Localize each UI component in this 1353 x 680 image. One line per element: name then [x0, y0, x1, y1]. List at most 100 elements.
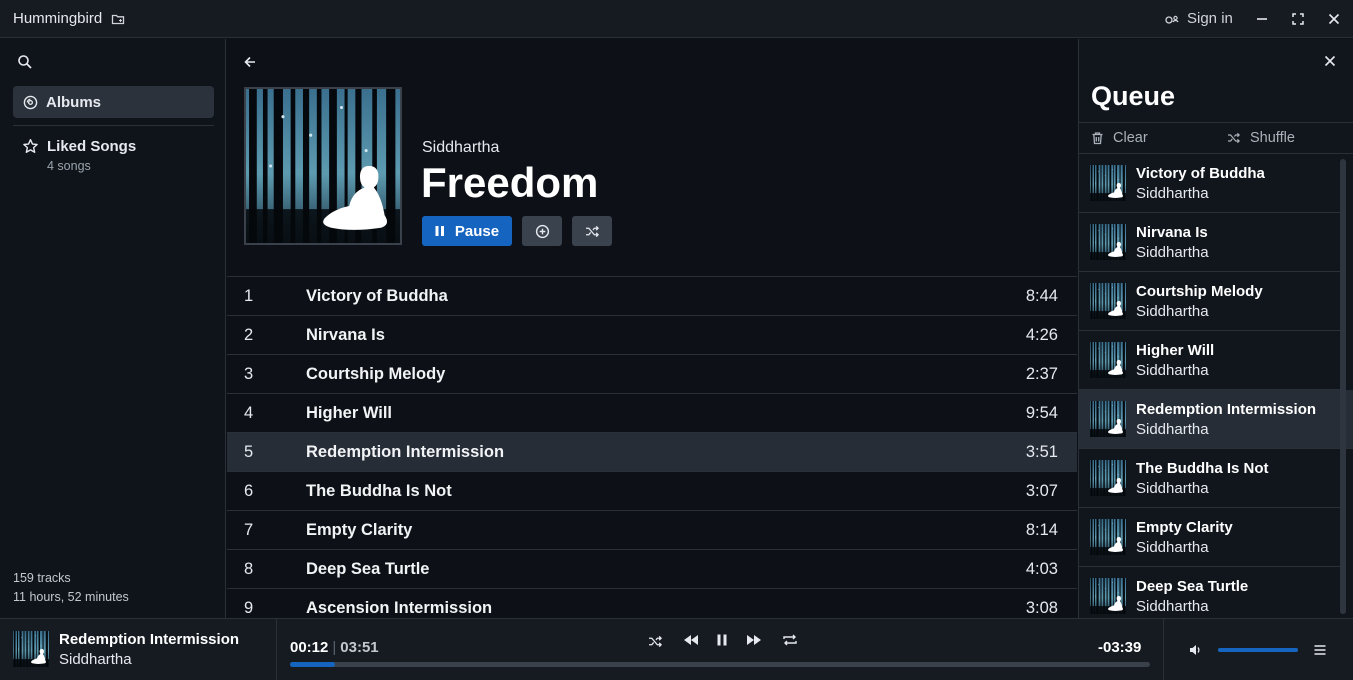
track-title: Victory of Buddha [306, 286, 448, 305]
progress-bar[interactable] [290, 662, 1150, 667]
track-title: Ascension Intermission [306, 598, 493, 617]
pause-label: Pause [454, 222, 500, 240]
track-duration: 9:54 [1025, 403, 1058, 422]
track-number: 6 [244, 481, 254, 500]
search-icon[interactable] [17, 54, 33, 70]
queue-item-artist: Siddhartha [1136, 302, 1209, 320]
menu-icon[interactable] [1313, 643, 1327, 657]
sign-in-button[interactable]: Sign in [1165, 10, 1233, 27]
queue-item[interactable]: Courtship Melody Siddhartha [1079, 272, 1341, 331]
queue-item[interactable]: Empty Clarity Siddhartha [1079, 508, 1341, 567]
liked-songs-title: Liked Songs [47, 138, 137, 155]
track-title: Empty Clarity [306, 520, 413, 539]
shuffle-queue-button[interactable]: Shuffle [1227, 130, 1295, 146]
now-playing-title: Redemption Intermission [59, 631, 240, 648]
track-row[interactable]: 6 The Buddha Is Not 3:07 [227, 471, 1077, 510]
queue-item-title: Higher Will [1136, 341, 1215, 359]
sign-in-label: Sign in [1187, 10, 1233, 27]
elapsed-time: 00:12 [290, 639, 329, 656]
queue-item[interactable]: Deep Sea Turtle Siddhartha [1079, 567, 1341, 618]
volume-fill [1218, 648, 1298, 652]
clear-queue-button[interactable]: Clear [1091, 130, 1148, 146]
queue-item-thumbnail [1090, 165, 1126, 201]
queue-item-thumbnail [1090, 283, 1126, 319]
star-icon [22, 138, 39, 173]
add-to-queue-button[interactable] [522, 216, 562, 246]
close-icon[interactable] [1326, 11, 1342, 27]
track-duration: 4:26 [1025, 325, 1058, 344]
track-row[interactable]: 8 Deep Sea Turtle 4:03 [227, 549, 1077, 588]
album-artist[interactable]: Siddhartha [422, 139, 499, 157]
track-title: Nirvana Is [306, 325, 385, 344]
repeat-icon[interactable] [782, 633, 798, 647]
progress-fill [290, 662, 335, 667]
queue-item-playing[interactable]: Redemption Intermission Siddhartha [1079, 390, 1353, 449]
track-row[interactable]: 3 Courtship Melody 2:37 [227, 354, 1077, 393]
queue-item-thumbnail [1090, 342, 1126, 378]
queue-item-artist: Siddhartha [1136, 538, 1209, 556]
queue-item-thumbnail [1090, 519, 1126, 555]
queue-item-thumbnail [1090, 401, 1126, 437]
sidebar-item-albums[interactable]: Albums [13, 86, 214, 118]
queue-item[interactable]: The Buddha Is Not Siddhartha [1079, 449, 1341, 508]
track-duration: 4:03 [1025, 559, 1058, 578]
rewind-icon[interactable] [682, 633, 700, 647]
close-queue-icon[interactable] [1323, 54, 1337, 68]
title-bar: Hummingbird Sign in [0, 0, 1353, 38]
shuffle-icon[interactable] [648, 635, 663, 648]
track-number: 9 [244, 598, 254, 617]
back-arrow-icon[interactable] [243, 55, 257, 69]
queue-item-artist: Siddhartha [1136, 243, 1209, 261]
divider [13, 125, 214, 126]
shuffle-icon [1227, 132, 1241, 144]
track-duration: 8:44 [1025, 286, 1058, 305]
pause-icon [435, 225, 445, 237]
album-title: Freedom [421, 159, 599, 206]
track-duration: 3:07 [1025, 481, 1058, 500]
track-row[interactable]: 2 Nirvana Is 4:26 [227, 315, 1077, 354]
add-circle-icon [535, 224, 550, 239]
track-row[interactable]: 9 Ascension Intermission 3:08 [227, 588, 1077, 618]
fast-forward-icon[interactable] [745, 633, 763, 647]
track-row[interactable]: 7 Empty Clarity 8:14 [227, 510, 1077, 549]
divider [276, 619, 277, 680]
track-row[interactable]: 1 Victory of Buddha 8:44 [227, 276, 1077, 315]
pause-button[interactable]: Pause [422, 216, 512, 246]
queue-item[interactable]: Higher Will Siddhartha [1079, 331, 1341, 390]
queue-item[interactable]: Victory of Buddha Siddhartha [1079, 154, 1341, 213]
trash-icon [1091, 131, 1104, 145]
album-view: Siddhartha Freedom Pause 1 Victory of Bud… [227, 39, 1077, 618]
shuffle-album-button[interactable] [572, 216, 612, 246]
queue-scrollbar[interactable] [1340, 159, 1346, 614]
volume-icon[interactable] [1188, 643, 1203, 657]
maximize-icon[interactable] [1290, 11, 1306, 27]
queue-list: Victory of Buddha Siddhartha Nirvana Is Si… [1079, 154, 1353, 618]
track-title: Redemption Intermission [306, 442, 505, 461]
queue-item-title: Deep Sea Turtle [1136, 577, 1249, 595]
queue-item-title: Nirvana Is [1136, 223, 1208, 241]
queue-item-title: Empty Clarity [1136, 518, 1233, 536]
queue-item-artist: Siddhartha [1136, 361, 1209, 379]
queue-title: Queue [1091, 81, 1176, 111]
track-number: 2 [244, 325, 254, 344]
now-playing-thumbnail[interactable] [13, 631, 49, 667]
divider [1163, 619, 1164, 680]
queue-item-thumbnail [1090, 224, 1126, 260]
queue-item-thumbnail [1090, 578, 1126, 614]
pause-icon[interactable] [716, 633, 728, 647]
volume-slider[interactable] [1218, 648, 1298, 652]
sidebar-item-liked-songs[interactable]: Liked Songs 4 songs [22, 138, 136, 173]
minimize-icon[interactable] [1254, 11, 1270, 27]
library-duration: 11 hours, 52 minutes [13, 590, 129, 604]
queue-item[interactable]: Nirvana Is Siddhartha [1079, 213, 1341, 272]
track-number: 3 [244, 364, 254, 383]
queue-item-artist: Siddhartha [1136, 479, 1209, 497]
queue-item-title: Courtship Melody [1136, 282, 1263, 300]
sidebar: Albums Liked Songs 4 songs 159 tracks 11… [0, 39, 226, 618]
track-duration: 8:14 [1025, 520, 1058, 539]
library-track-count: 159 tracks [13, 571, 71, 585]
folder-icon[interactable] [111, 12, 125, 26]
track-row[interactable]: 4 Higher Will 9:54 [227, 393, 1077, 432]
track-row-playing[interactable]: 5 Redemption Intermission 3:51 [227, 432, 1077, 471]
library-stats: 159 tracks 11 hours, 52 minutes [13, 569, 129, 607]
